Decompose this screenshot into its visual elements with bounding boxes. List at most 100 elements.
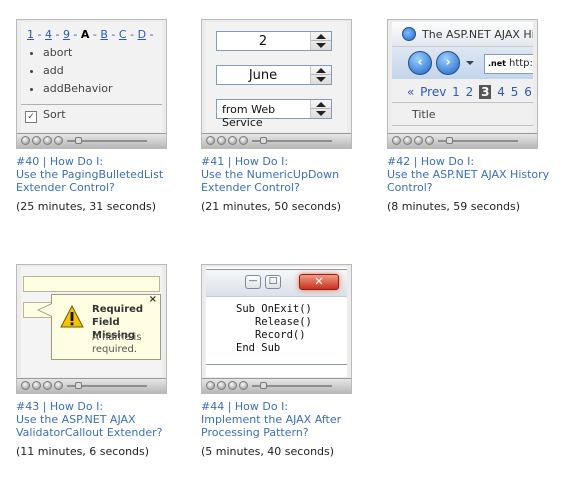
arrow-up-icon: [316, 34, 326, 39]
letter-link: B: [100, 28, 108, 41]
video-duration: (8 minutes, 59 seconds): [387, 200, 521, 213]
video-thumbnail[interactable]: 2 June from Web Service: [201, 19, 352, 149]
forward-icon: [239, 136, 248, 145]
browser-title: The ASP.NET AJAX His: [422, 28, 533, 41]
stop-icon: [403, 136, 412, 145]
browser-titlebar: The ASP.NET AJAX His: [392, 22, 533, 47]
player-controls: [388, 133, 537, 148]
column-title: Title: [412, 108, 436, 121]
video-thumbnail[interactable]: — □ ✕ Sub OnExit() Release() Record() En…: [201, 264, 352, 394]
seek-knob: [446, 137, 453, 144]
video-caption[interactable]: #42 | How Do I: Use the ASP.NET AJAX His…: [387, 155, 552, 194]
updown-arrows: [310, 66, 331, 84]
video-number-link[interactable]: #40 | How Do I:: [16, 155, 181, 168]
video-thumbnail[interactable]: The ASP.NET AJAX His ‹ › .nethttp:/ « Pr…: [387, 19, 538, 149]
letter-link: D: [137, 28, 147, 41]
rewind-icon: [414, 136, 423, 145]
video-duration: (5 minutes, 40 seconds): [201, 445, 335, 458]
video-card-43: × Required Field Missing A name is requi…: [16, 264, 181, 458]
chevron-down-icon: [466, 61, 474, 65]
sort-row: ✓ Sort: [25, 108, 66, 123]
thumbnail-screen: 1 - 4 - 9 - A - B - C - D - abort add ad…: [21, 22, 162, 132]
player-controls: [17, 133, 166, 148]
pager-page: 6: [524, 85, 532, 99]
video-caption[interactable]: #43 | How Do I: Use the ASP.NET AJAX Val…: [16, 400, 181, 439]
numeric-updown: 2: [216, 31, 332, 51]
net-icon: .net: [488, 59, 506, 68]
window-close-icon: ✕: [299, 274, 339, 290]
address-bar: .nethttp:/: [484, 54, 533, 74]
video-caption[interactable]: #44 | How Do I: Implement the AJAX After…: [201, 400, 366, 439]
letter-current: A: [80, 28, 90, 41]
browser-navbar: ‹ › .nethttp:/: [392, 47, 533, 79]
video-title-link[interactable]: Implement the AJAX After Processing Patt…: [201, 413, 366, 439]
sort-checkbox: ✓: [25, 111, 37, 123]
player-controls: [202, 378, 351, 393]
letter-link: C: [118, 28, 127, 41]
thumbnail-screen: The ASP.NET AJAX His ‹ › .nethttp:/ « Pr…: [392, 22, 533, 132]
player-controls: [202, 133, 351, 148]
video-duration: (21 minutes, 50 seconds): [201, 200, 342, 213]
video-caption[interactable]: #40 | How Do I: Use the PagingBulletedLi…: [16, 155, 181, 194]
video-thumbnail[interactable]: × Required Field Missing A name is requi…: [16, 264, 167, 394]
bulleted-list: abort add addBehavior: [25, 44, 113, 98]
letter-pager: 1 - 4 - 9 - A - B - C - D -: [27, 28, 154, 41]
updown-arrows: [310, 100, 331, 118]
video-title-link[interactable]: Use the ASP.NET AJAX History Control?: [387, 168, 552, 194]
video-card-44: — □ ✕ Sub OnExit() Release() Record() En…: [201, 264, 366, 458]
minimize-icon: —: [245, 275, 261, 289]
callout-message-line: A name is: [92, 332, 142, 343]
video-caption[interactable]: #41 | How Do I: Use the NumericUpDown Ex…: [201, 155, 366, 194]
stop-icon: [217, 381, 226, 390]
video-duration: (11 minutes, 6 seconds): [16, 445, 150, 458]
pager-page: 5: [510, 85, 519, 99]
arrow-down-icon: [316, 111, 326, 116]
letter-link: 9: [62, 28, 70, 41]
letter-link: 1: [27, 28, 34, 41]
arrow-down-icon: [316, 77, 326, 82]
video-number-link[interactable]: #42 | How Do I:: [387, 155, 552, 168]
video-title-link[interactable]: Use the ASP.NET AJAX ValidatorCallout Ex…: [16, 413, 181, 439]
callout-title-line: Required: [92, 304, 144, 315]
updown-value: 2: [258, 34, 268, 49]
video-number-link[interactable]: #41 | How Do I:: [201, 155, 366, 168]
validator-callout: × Required Field Missing A name is requi…: [37, 294, 161, 360]
updown-value: from Web Service: [222, 103, 276, 129]
pager-page: 2: [465, 85, 474, 99]
pager-prev: « Prev: [407, 85, 447, 99]
video-title-link[interactable]: Use the PagingBulletedList Extender Cont…: [16, 168, 181, 194]
stop-icon: [32, 381, 41, 390]
updown-arrows: [310, 32, 331, 50]
video-title-link[interactable]: Use the NumericUpDown Extender Control?: [201, 168, 366, 194]
rewind-icon: [43, 136, 52, 145]
video-thumbnail[interactable]: 1 - 4 - 9 - A - B - C - D - abort add ad…: [16, 19, 167, 149]
video-duration: (25 minutes, 31 seconds): [16, 200, 157, 213]
seek-knob: [260, 382, 267, 389]
text-field: [23, 276, 160, 292]
address-text: http:/: [508, 58, 533, 69]
forward-icon: [239, 381, 248, 390]
letter-link: 4: [44, 28, 52, 41]
video-number-link[interactable]: #44 | How Do I:: [201, 400, 366, 413]
play-icon: [206, 136, 215, 145]
video-number-link[interactable]: #43 | How Do I:: [16, 400, 181, 413]
seek-knob: [75, 137, 82, 144]
pager-page-current: 3: [479, 85, 492, 99]
thumbnail-screen: × Required Field Missing A name is requi…: [21, 267, 162, 377]
list-item: addBehavior: [43, 80, 113, 98]
seek-knob: [75, 382, 82, 389]
pager-page: 1: [452, 85, 460, 99]
rewind-icon: [228, 136, 237, 145]
forward-icon: [54, 381, 63, 390]
pager-page: 4: [497, 85, 505, 99]
callout-message-line: required.: [92, 344, 138, 355]
numeric-updown: from Web Service: [216, 99, 332, 129]
pager: « Prev 1 2 3 4 5 6: [407, 85, 532, 99]
player-controls: [17, 378, 166, 393]
maximize-icon: □: [265, 275, 281, 289]
play-icon: [21, 136, 30, 145]
play-icon: [392, 136, 401, 145]
list-item: abort: [43, 44, 113, 62]
thumbnail-screen: 2 June from Web Service: [206, 22, 347, 132]
updown-value: June: [248, 68, 278, 83]
